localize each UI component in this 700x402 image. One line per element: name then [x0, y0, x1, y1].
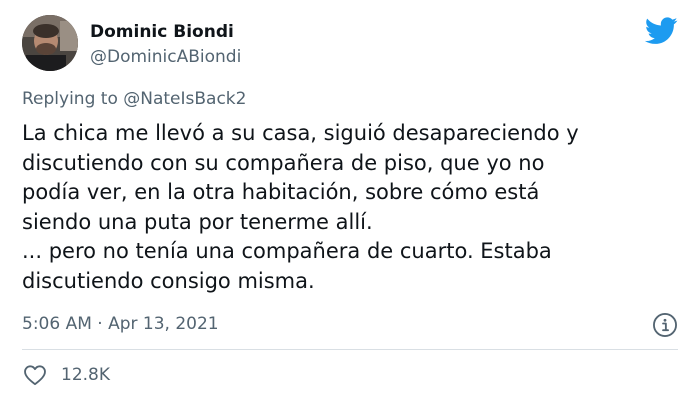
tweet-text-line: ... pero no tenía una compañera de cuart…	[22, 239, 552, 263]
divider	[22, 349, 678, 350]
tweet-text-line: siendo una puta por tenerme allí.	[22, 209, 373, 234]
tweet-text-line: podía ver, en la otra habitación, sobre …	[22, 180, 540, 204]
avatar-photo	[22, 15, 78, 71]
heart-icon[interactable]	[22, 362, 48, 388]
twitter-bird-icon[interactable]	[645, 17, 678, 45]
tweet-timestamp[interactable]: 5:06 AM · Apr 13, 2021	[22, 311, 219, 337]
tweet-text: La chica me llevó a su casa, siguió desa…	[22, 119, 682, 296]
info-icon[interactable]	[652, 312, 678, 338]
avatar[interactable]	[22, 15, 78, 71]
replying-to-label: Replying to	[22, 89, 118, 109]
author-display-name[interactable]: Dominic Biondi	[90, 20, 234, 44]
like-count: 12.8K	[61, 365, 110, 385]
tweet-text-line: discutiendo consigo misma.	[22, 268, 315, 293]
reply-mention-link[interactable]: @NateIsBack2	[123, 89, 246, 109]
tweet-text-line: La chica me llevó a su casa, siguió desa…	[22, 121, 579, 145]
tweet-text-line: discutiendo con su compañera de piso, qu…	[22, 150, 545, 175]
author-handle[interactable]: @DominicABiondi	[90, 45, 241, 69]
like-button[interactable]: 12.8K	[22, 362, 110, 388]
replying-to: Replying to @NateIsBack2	[22, 86, 246, 112]
